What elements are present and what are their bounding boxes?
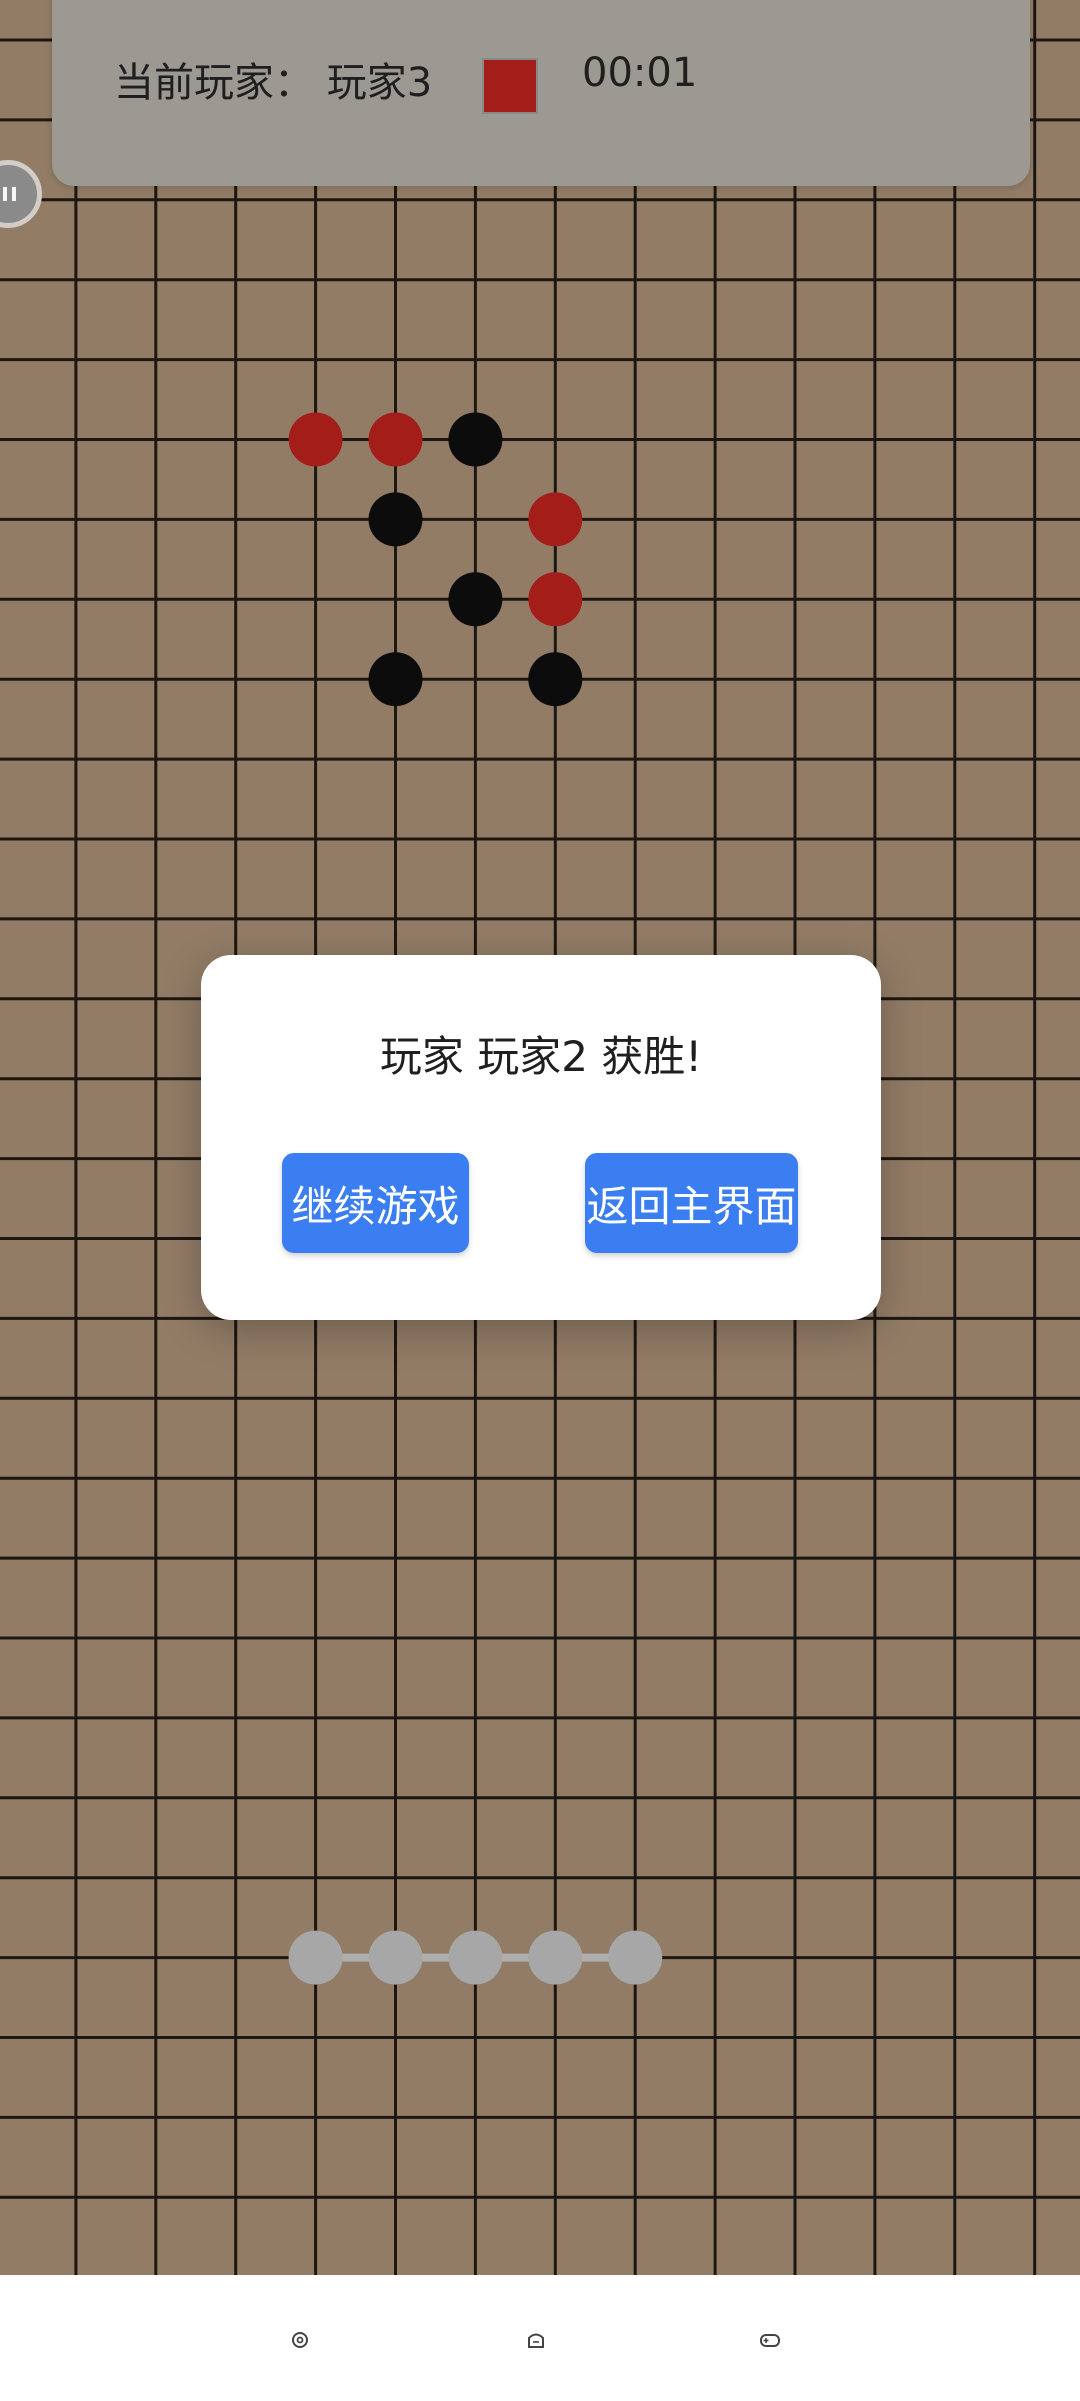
win-dialog: 玩家 玩家2 获胜! 继续游戏 返回主界面: [201, 955, 881, 1320]
return-home-button[interactable]: 返回主界面: [585, 1153, 798, 1253]
gamepad-icon[interactable]: [759, 2329, 781, 2351]
continue-game-button[interactable]: 继续游戏: [282, 1153, 469, 1253]
settings-icon[interactable]: [289, 2329, 311, 2351]
bottom-nav: [0, 2275, 1080, 2401]
win-message: 玩家 玩家2 获胜!: [379, 1032, 703, 1081]
home-icon[interactable]: [525, 2329, 547, 2351]
